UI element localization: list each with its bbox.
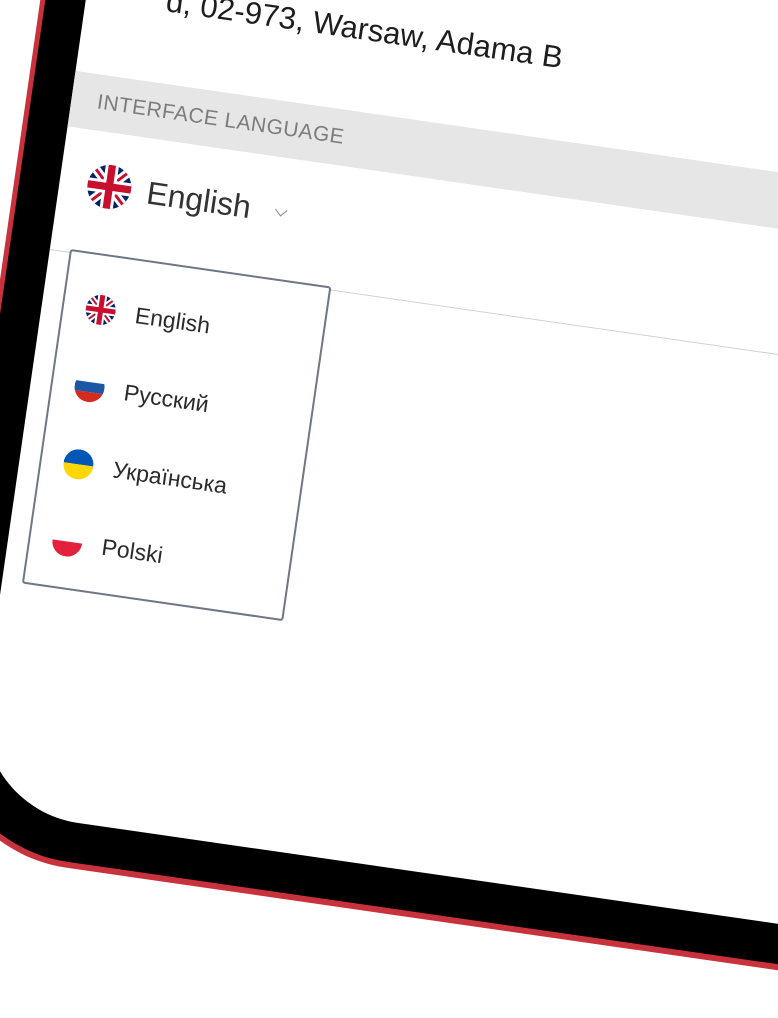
ukraine-flag-icon <box>61 447 96 482</box>
option-label: English <box>133 301 212 339</box>
uk-flag-icon <box>83 292 118 327</box>
russia-flag-icon <box>72 370 107 405</box>
section-title: INTERFACE LANGUAGE <box>95 90 346 149</box>
uk-flag-icon <box>84 161 135 212</box>
address-text: d, 02-973, Warsaw, Adama B <box>163 0 566 76</box>
selected-language-label: English <box>144 174 254 225</box>
phone-frame: d, 02-973, Warsaw, Adama B INTERFACE LAN… <box>0 0 778 1018</box>
option-label: Polski <box>100 533 165 568</box>
phone-bezel: d, 02-973, Warsaw, Adama B INTERFACE LAN… <box>0 0 778 1012</box>
option-label: Українська <box>111 455 229 499</box>
language-option-english[interactable]: English <box>83 288 213 345</box>
language-dropdown: English Русский Українська Polski <box>21 248 332 622</box>
language-select[interactable]: English <box>83 154 289 242</box>
poland-flag-icon <box>50 524 85 559</box>
language-option-ukrainian[interactable]: Українська <box>61 442 230 505</box>
option-label: Русский <box>122 378 211 417</box>
language-option-polish[interactable]: Polski <box>50 520 166 575</box>
chevron-down-icon <box>274 203 288 216</box>
app-screen: d, 02-973, Warsaw, Adama B INTERFACE LAN… <box>0 0 778 973</box>
language-option-russian[interactable]: Русский <box>72 365 212 424</box>
